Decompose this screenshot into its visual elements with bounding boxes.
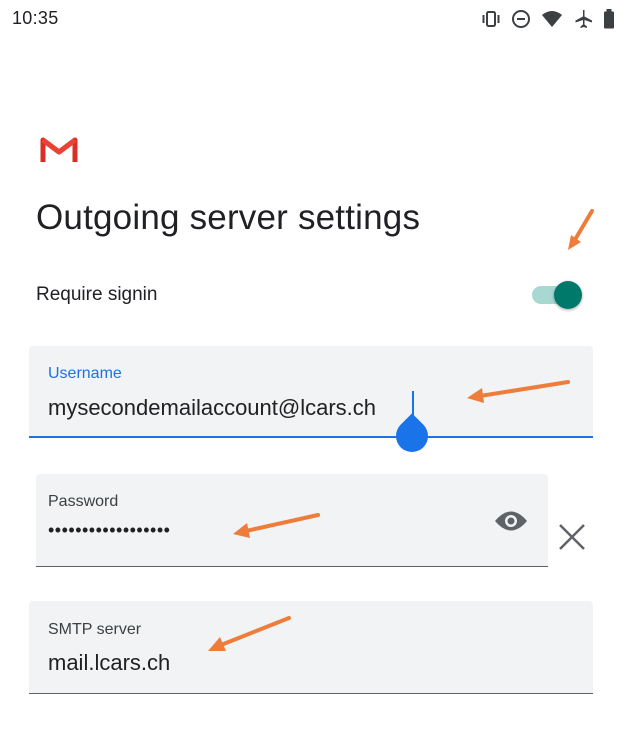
smtp-server-input[interactable]: mail.lcars.ch bbox=[48, 650, 170, 676]
do-not-disturb-icon bbox=[511, 9, 531, 29]
status-icons bbox=[481, 8, 615, 30]
annotation-arrow-username bbox=[467, 380, 570, 403]
smtp-server-field[interactable]: SMTP server mail.lcars.ch bbox=[29, 601, 593, 694]
status-time: 10:35 bbox=[12, 8, 59, 28]
page-title: Outgoing server settings bbox=[36, 198, 421, 237]
password-label: Password bbox=[48, 493, 119, 510]
vibrate-icon bbox=[481, 9, 501, 29]
password-input[interactable]: •••••••••••••••••• bbox=[48, 520, 170, 541]
gmail-icon bbox=[40, 134, 78, 169]
username-input[interactable]: mysecondemailaccount@lcars.ch bbox=[48, 395, 376, 421]
screen: 10:35 Outgoing server settings Require s… bbox=[0, 0, 625, 748]
annotation-arrow-password bbox=[233, 513, 320, 538]
eye-icon[interactable] bbox=[494, 510, 528, 532]
close-icon[interactable] bbox=[557, 522, 587, 552]
airplane-mode-icon bbox=[573, 9, 593, 29]
annotation-arrow-smtp bbox=[208, 616, 291, 651]
toggle-thumb bbox=[554, 281, 582, 309]
username-label: Username bbox=[48, 365, 122, 382]
annotation-arrow-toggle bbox=[568, 209, 594, 250]
require-signin-toggle[interactable] bbox=[532, 281, 584, 309]
smtp-server-label: SMTP server bbox=[48, 621, 142, 638]
battery-icon bbox=[603, 9, 615, 29]
require-signin-row[interactable]: Require signin bbox=[36, 281, 586, 309]
wifi-icon bbox=[541, 9, 563, 29]
cursor-handle[interactable] bbox=[389, 413, 435, 459]
require-signin-label: Require signin bbox=[36, 284, 158, 305]
